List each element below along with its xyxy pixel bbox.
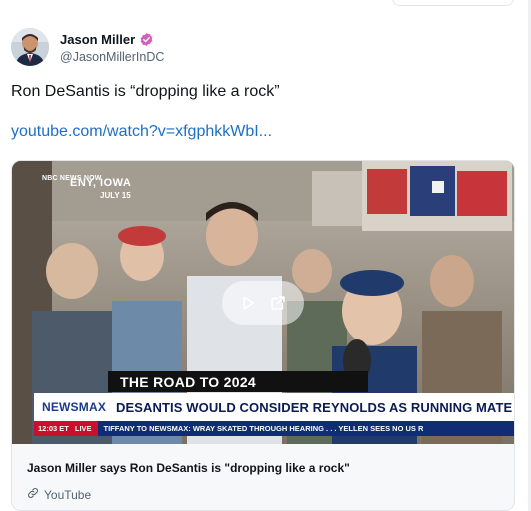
ticker-live: LIVE [72, 421, 98, 436]
video-date: JULY 15 [100, 191, 131, 200]
tweet-header: Jason Miller @JasonMillerInDC [11, 28, 164, 66]
top-action-pill[interactable] [392, 0, 514, 6]
card-source-label: YouTube [44, 487, 92, 502]
verified-badge-icon [140, 32, 153, 46]
card-source: YouTube [27, 487, 91, 502]
tweet-link[interactable]: youtube.com/watch?v=xfgphkkWbI... [11, 123, 272, 141]
newsmax-logo: NEWSMAX [36, 395, 112, 419]
video-controls[interactable] [222, 281, 304, 325]
video-thumbnail[interactable]: NBC NEWS NOW ENY, IOWA JULY 15 THE ROAD … [12, 161, 514, 444]
news-headline: DESANTIS WOULD CONSIDER REYNOLDS AS RUNN… [112, 393, 514, 421]
card-footer[interactable]: Jason Miller says Ron DeSantis is "dropp… [12, 444, 514, 510]
news-lower-third: NEWSMAX DESANTIS WOULD CONSIDER REYNOLDS… [34, 393, 514, 421]
road-to-2024-banner: THE ROAD TO 2024 [108, 371, 368, 392]
news-ticker: 12:03 ET LIVE TIFFANY TO NEWSMAX: WRAY S… [34, 421, 514, 436]
video-location: ENY, IOWA [70, 177, 132, 189]
link-preview-card[interactable]: NBC NEWS NOW ENY, IOWA JULY 15 THE ROAD … [11, 160, 515, 511]
link-icon [27, 487, 39, 502]
author-handle[interactable]: @JasonMillerInDC [60, 50, 164, 64]
ticker-text: TIFFANY TO NEWSMAX: WRAY SKATED THROUGH … [103, 424, 424, 433]
avatar[interactable] [11, 28, 49, 66]
play-icon[interactable] [239, 294, 257, 312]
author-display-name[interactable]: Jason Miller [60, 32, 135, 47]
ticker-time: 12:03 ET [34, 421, 73, 436]
card-title[interactable]: Jason Miller says Ron DeSantis is "dropp… [27, 461, 350, 475]
tweet-text: Ron DeSantis is “dropping like a rock” [11, 83, 280, 100]
external-link-icon[interactable] [269, 294, 287, 312]
